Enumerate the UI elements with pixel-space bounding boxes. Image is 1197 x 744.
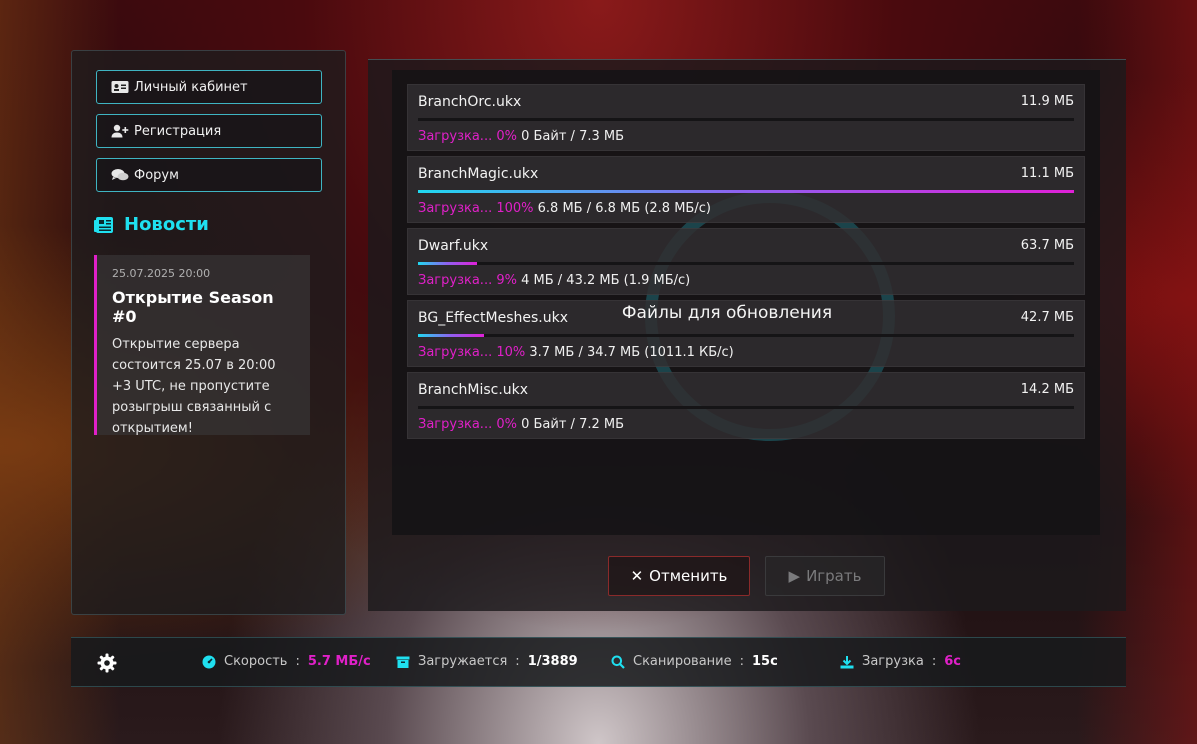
file-status: Загрузка... 100% 6.8 МБ / 6.8 МБ (2.8 МБ…: [418, 201, 711, 216]
register-button-label: Регистрация: [134, 123, 222, 139]
search-icon: [611, 655, 625, 669]
cancel-button[interactable]: ✕ Отменить: [608, 556, 750, 596]
file-list: BranchOrc.ukx 11.9 МБ Загрузка... 0% 0 Б…: [392, 70, 1100, 535]
file-item: BranchMisc.ukx 14.2 МБ Загрузка... 0% 0 …: [407, 372, 1085, 439]
file-item: BranchOrc.ukx 11.9 МБ Загрузка... 0% 0 Б…: [407, 84, 1085, 151]
news-date: 25.07.2025 20:00: [112, 267, 211, 280]
file-status: Загрузка... 9% 4 МБ / 43.2 МБ (1.9 МБ/с): [418, 273, 690, 288]
play-icon: ▶: [788, 567, 801, 585]
file-progress-track: [418, 262, 1074, 265]
archive-icon: [396, 656, 410, 668]
file-progress-fill: [418, 190, 1074, 193]
file-status: Загрузка... 0% 0 Байт / 7.2 МБ: [418, 417, 624, 432]
speed-stat: Скорость : 5.7 МБ/с: [202, 654, 371, 669]
register-button[interactable]: Регистрация: [96, 114, 322, 148]
forum-button[interactable]: Форум: [96, 158, 322, 192]
id-card-icon: [111, 81, 129, 93]
loading-value: 1/3889: [527, 654, 578, 669]
file-progress-track: [418, 334, 1074, 337]
file-name: Dwarf.ukx: [418, 238, 489, 254]
file-progress-fill: [418, 262, 478, 265]
file-status-label: Загрузка... 10%: [418, 345, 526, 360]
news-heading-label: Новости: [124, 214, 209, 235]
account-button-label: Личный кабинет: [134, 79, 248, 95]
file-progress-track: [418, 190, 1074, 193]
download-icon: [840, 655, 854, 668]
forum-button-label: Форум: [134, 167, 179, 183]
scan-value: 15с: [752, 654, 778, 669]
update-files-title: Файлы для обновления: [621, 303, 833, 323]
separator: :: [515, 654, 520, 669]
file-status: Загрузка... 10% 3.7 МБ / 34.7 МБ (1011.1…: [418, 345, 734, 360]
play-button-label: Играть: [806, 567, 862, 585]
newspaper-icon: [94, 216, 113, 233]
file-status-detail: 3.7 МБ / 34.7 МБ (1011.1 КБ/с): [529, 345, 734, 360]
file-name: BranchMagic.ukx: [418, 166, 539, 182]
file-progress-track: [418, 118, 1074, 121]
download-stat: Загрузка : 6с: [840, 654, 961, 669]
separator: :: [739, 654, 745, 669]
status-bar: Скорость : 5.7 МБ/с Загружается : 1/3889…: [71, 637, 1126, 687]
download-label: Загрузка: [862, 654, 924, 669]
sidebar: Личный кабинет Регистрация Форум Новости…: [71, 50, 346, 615]
file-size: 14.2 МБ: [1020, 382, 1074, 397]
scan-stat: Сканирование : 15с: [611, 654, 778, 669]
news-body: Открытие сервера состоится 25.07 в 20:00…: [112, 337, 276, 436]
separator: :: [295, 654, 300, 669]
download-value: 6с: [944, 654, 961, 669]
file-size: 11.9 МБ: [1020, 94, 1074, 109]
file-name: BranchMisc.ukx: [418, 382, 529, 398]
file-item: BranchMagic.ukx 11.1 МБ Загрузка... 100%…: [407, 156, 1085, 223]
cancel-button-label: Отменить: [649, 567, 728, 585]
file-status-detail: 0 Байт / 7.3 МБ: [521, 129, 625, 144]
news-heading: Новости: [94, 214, 209, 235]
file-progress-track: [418, 406, 1074, 409]
file-status: Загрузка... 0% 0 Байт / 7.3 МБ: [418, 129, 624, 144]
gear-icon[interactable]: [97, 653, 117, 673]
separator: :: [931, 654, 937, 669]
main-panel: BranchOrc.ukx 11.9 МБ Загрузка... 0% 0 Б…: [368, 59, 1126, 611]
file-status-label: Загрузка... 9%: [418, 273, 517, 288]
close-icon: ✕: [630, 567, 644, 585]
news-title: Открытие Season #0: [112, 288, 274, 326]
account-button[interactable]: Личный кабинет: [96, 70, 322, 104]
file-status-label: Загрузка... 100%: [418, 201, 534, 216]
file-progress-fill: [418, 334, 484, 337]
loading-label: Загружается: [418, 654, 508, 669]
user-plus-icon: [111, 124, 129, 138]
file-size: 11.1 МБ: [1020, 166, 1074, 181]
file-name: BranchOrc.ukx: [418, 94, 522, 110]
file-size: 63.7 МБ: [1020, 238, 1074, 253]
loading-stat: Загружается : 1/3889: [396, 654, 578, 669]
file-status-label: Загрузка... 0%: [418, 129, 517, 144]
news-card[interactable]: 25.07.2025 20:00 Открытие Season #0 Откр…: [94, 255, 310, 436]
file-status-detail: 6.8 МБ / 6.8 МБ (2.8 МБ/с): [537, 201, 711, 216]
file-status-detail: 4 МБ / 43.2 МБ (1.9 МБ/с): [521, 273, 691, 288]
speed-label: Скорость: [224, 654, 288, 669]
play-button[interactable]: ▶ Играть: [765, 556, 885, 596]
scan-label: Сканирование: [633, 654, 732, 669]
file-item: Dwarf.ukx 63.7 МБ Загрузка... 9% 4 МБ / …: [407, 228, 1085, 295]
file-status-label: Загрузка... 0%: [418, 417, 517, 432]
comments-icon: [111, 169, 129, 181]
gauge-icon: [202, 655, 216, 668]
file-status-detail: 0 Байт / 7.2 МБ: [521, 417, 625, 432]
speed-value: 5.7 МБ/с: [307, 654, 371, 669]
